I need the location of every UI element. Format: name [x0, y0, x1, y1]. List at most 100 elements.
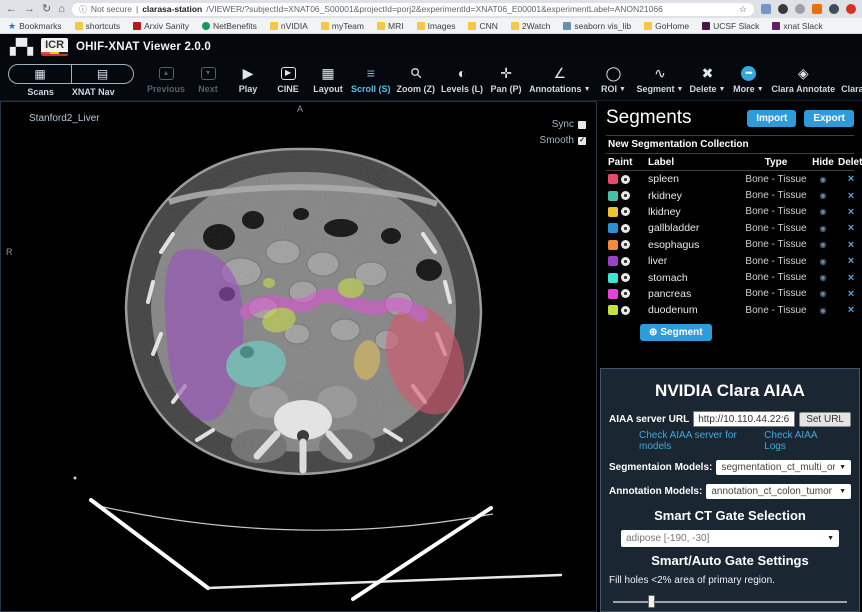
- paint-brush-icon[interactable]: [621, 289, 630, 298]
- url-field[interactable]: ⓘ Not secure | clarasa-station/VIEWER/?s…: [72, 3, 754, 16]
- bookmark-item[interactable]: shortcuts: [75, 21, 121, 31]
- fill-holes-slider[interactable]: [613, 595, 847, 608]
- paint-brush-icon[interactable]: [621, 207, 630, 216]
- delete-segment-icon[interactable]: ×: [838, 222, 862, 234]
- bookmark-label: nVIDIA: [281, 21, 308, 31]
- export-button[interactable]: Export: [804, 110, 854, 127]
- toolbar-button[interactable]: ✖ Delete ▼: [689, 64, 725, 94]
- hide-eye-icon[interactable]: ◉: [810, 306, 836, 315]
- bookmark-item[interactable]: MRI: [377, 21, 404, 31]
- segment-row[interactable]: stomach Bone - Tissue ◉ ×: [606, 269, 854, 285]
- toolbar-button[interactable]: ⚲ Zoom (Z): [397, 64, 436, 94]
- hide-eye-icon[interactable]: ◉: [810, 191, 836, 200]
- delete-segment-icon[interactable]: ×: [838, 206, 862, 218]
- paint-brush-icon[interactable]: [621, 240, 630, 249]
- toolbar-button[interactable]: ••• More ▼: [731, 64, 765, 94]
- toolbar-button[interactable]: ∿ Segment ▼: [637, 64, 684, 94]
- bookmark-item[interactable]: 2Watch: [511, 21, 551, 31]
- paint-brush-icon[interactable]: [621, 175, 630, 184]
- hide-eye-icon[interactable]: ◉: [810, 175, 836, 184]
- delete-segment-icon[interactable]: ×: [838, 304, 862, 316]
- segmentation-model-select[interactable]: segmentation_ct_multi_organ ▼: [716, 460, 851, 475]
- bookmark-item[interactable]: nVIDIA: [270, 21, 308, 31]
- home-icon[interactable]: ⌂: [58, 4, 65, 15]
- hide-eye-icon[interactable]: ◉: [810, 257, 836, 266]
- profile-avatar[interactable]: [829, 4, 839, 14]
- delete-segment-icon[interactable]: ×: [838, 288, 862, 300]
- segment-row[interactable]: duodenum Bone - Tissue ◉ ×: [606, 302, 854, 318]
- bookmark-item[interactable]: ★ Bookmarks: [8, 21, 62, 31]
- bookmark-item[interactable]: UCSF Slack: [702, 21, 759, 31]
- hide-eye-icon[interactable]: ◉: [810, 289, 836, 298]
- bookmark-item[interactable]: Arxiv Sanity: [133, 21, 189, 31]
- check-logs-link[interactable]: Check AIAA Logs: [764, 430, 837, 452]
- check-models-link[interactable]: Check AIAA server for models: [639, 430, 764, 452]
- bookmark-item[interactable]: GoHome: [644, 21, 689, 31]
- extension-icon[interactable]: [778, 4, 788, 14]
- delete-segment-icon[interactable]: ×: [838, 173, 862, 185]
- delete-segment-icon[interactable]: ×: [838, 255, 862, 267]
- icr-logo: ICR: [41, 38, 68, 56]
- paint-brush-icon[interactable]: [621, 257, 630, 266]
- paint-brush-icon[interactable]: [621, 306, 630, 315]
- scans-button[interactable]: ▦: [9, 65, 71, 83]
- chrome-update-icon[interactable]: [846, 4, 856, 14]
- add-segment-button[interactable]: ⊕Segment: [640, 324, 712, 341]
- segment-row[interactable]: spleen Bone - Tissue ◉ ×: [606, 171, 854, 187]
- hide-eye-icon[interactable]: ◉: [810, 207, 836, 216]
- aiaa-server-url-input[interactable]: [693, 411, 795, 427]
- bookmark-item[interactable]: myTeam: [321, 21, 364, 31]
- toolbar-button[interactable]: ▶ CINE: [271, 64, 305, 94]
- bookmark-item[interactable]: xnat Slack: [772, 21, 822, 31]
- segment-row[interactable]: gallbladder Bone - Tissue ◉ ×: [606, 220, 854, 236]
- toolbar-button[interactable]: ◯ ROI ▼: [597, 64, 631, 94]
- bookmark-star-icon[interactable]: ☆: [739, 4, 747, 15]
- segment-row[interactable]: pancreas Bone - Tissue ◉ ×: [606, 286, 854, 302]
- toolbar-button[interactable]: ▦ Layout: [311, 64, 345, 94]
- bookmark-item[interactable]: NetBenefits: [202, 21, 257, 31]
- delete-segment-icon[interactable]: ×: [838, 272, 862, 284]
- reload-icon[interactable]: ↻: [42, 4, 51, 15]
- segment-row[interactable]: rkidney Bone - Tissue ◉ ×: [606, 187, 854, 203]
- extension-icon[interactable]: [761, 4, 771, 14]
- forward-icon[interactable]: →: [24, 4, 35, 15]
- annotation-model-select[interactable]: annotation_ct_colon_tumor ▼: [706, 484, 851, 499]
- extension-icon[interactable]: [812, 4, 822, 14]
- hide-eye-icon[interactable]: ◉: [810, 224, 836, 233]
- toolbar-button[interactable]: ∠ Annotations ▼: [529, 64, 590, 94]
- slider-thumb[interactable]: [648, 595, 655, 608]
- hide-eye-icon[interactable]: ◉: [810, 240, 836, 249]
- info-icon[interactable]: ⓘ: [79, 4, 87, 15]
- back-icon[interactable]: ←: [6, 4, 17, 15]
- delete-segment-icon[interactable]: ×: [838, 190, 862, 202]
- delete-segment-icon[interactable]: ×: [838, 239, 862, 251]
- extension-icon[interactable]: [795, 4, 805, 14]
- bookmark-item[interactable]: seaborn vis_lib: [563, 21, 631, 31]
- paint-brush-icon[interactable]: [621, 224, 630, 233]
- gate-select[interactable]: adipose [-190, -30] ▼: [621, 530, 839, 547]
- toolbar-button[interactable]: ≡ Scroll (S): [351, 64, 391, 94]
- bookmark-item[interactable]: CNN: [468, 21, 497, 31]
- xnat-nav-button[interactable]: ▤: [71, 65, 133, 83]
- toolbar-button[interactable]: ▾ Next: [191, 64, 225, 94]
- levels-circle-icon: ◐: [458, 66, 466, 80]
- smooth-checkbox[interactable]: ✓: [578, 137, 586, 145]
- segment-row[interactable]: liver Bone - Tissue ◉ ×: [606, 253, 854, 269]
- set-url-button[interactable]: Set URL: [799, 412, 851, 427]
- sync-checkbox[interactable]: [578, 121, 586, 129]
- segment-row[interactable]: esophagus Bone - Tissue ◉ ×: [606, 237, 854, 253]
- viewport-options: Sync Smooth ✓: [540, 118, 586, 150]
- toolbar-button[interactable]: ◈ Clara Segment: [841, 64, 862, 94]
- bookmark-item[interactable]: Images: [417, 21, 456, 31]
- paint-brush-icon[interactable]: [621, 191, 630, 200]
- import-button[interactable]: Import: [747, 110, 796, 127]
- toolbar-button[interactable]: ◐ Levels (L): [441, 64, 483, 94]
- ct-viewport[interactable]: Stanford2_Liver A R Sync Smooth ✓: [0, 101, 597, 612]
- toolbar-button[interactable]: ✛ Pan (P): [489, 64, 523, 94]
- hide-eye-icon[interactable]: ◉: [810, 273, 836, 282]
- toolbar-button[interactable]: ▶ Play: [231, 64, 265, 94]
- segment-row[interactable]: lkidney Bone - Tissue ◉ ×: [606, 204, 854, 220]
- paint-brush-icon[interactable]: [621, 273, 630, 282]
- toolbar-button[interactable]: ▴ Previous: [147, 64, 185, 94]
- toolbar-button[interactable]: ◈ Clara Annotate: [771, 64, 835, 94]
